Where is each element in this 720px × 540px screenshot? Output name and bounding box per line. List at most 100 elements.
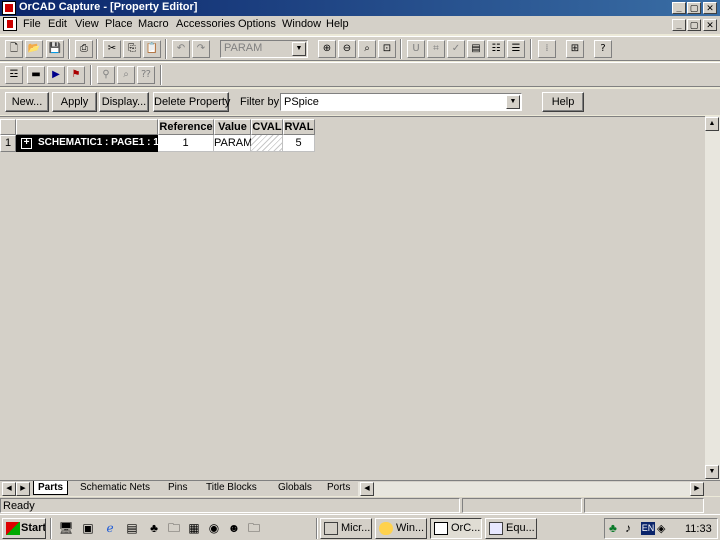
part-combo[interactable]: PARAM ▼: [220, 40, 308, 58]
tab-parts[interactable]: Parts: [33, 481, 69, 495]
save-icon[interactable]: 💾: [46, 40, 64, 58]
maximize-button[interactable]: ▢: [687, 2, 701, 14]
close-button[interactable]: ✕: [703, 2, 717, 14]
help-icon[interactable]: ?: [594, 40, 612, 58]
tray-icon[interactable]: ◈: [657, 522, 665, 535]
folder-icon[interactable]: 🗀: [166, 520, 182, 536]
taskbar-button-win[interactable]: Win...: [375, 518, 427, 539]
chevron-down-icon[interactable]: ▼: [292, 42, 306, 56]
cross-reference-icon[interactable]: ☷: [487, 40, 505, 58]
table-row[interactable]: + SCHEMATIC1 : PAGE1 : 1: [16, 135, 159, 152]
tab-globals[interactable]: Globals: [274, 481, 316, 495]
undo-icon[interactable]: ↶: [172, 40, 190, 58]
media-player-icon[interactable]: ◉: [206, 520, 222, 536]
drc-icon[interactable]: ⌗: [427, 40, 445, 58]
app-icon[interactable]: [2, 1, 16, 15]
apply-button[interactable]: Apply: [52, 92, 97, 112]
zoom-in-icon[interactable]: ⊕: [318, 40, 336, 58]
tab-scroll-left-icon[interactable]: ◀: [2, 482, 16, 496]
copy-icon[interactable]: ⎘: [123, 40, 141, 58]
filter-select[interactable]: PSpice ▼: [280, 93, 522, 111]
cell-cval[interactable]: [251, 135, 283, 152]
menu-view[interactable]: View: [75, 18, 99, 30]
column-header-value[interactable]: Value: [214, 119, 251, 135]
menu-place[interactable]: Place: [105, 18, 133, 30]
doc-close-button[interactable]: ✕: [703, 19, 717, 31]
folder-icon[interactable]: 🗀: [246, 520, 262, 536]
clock[interactable]: 11:33: [685, 523, 712, 535]
network-icon[interactable]: ♣: [609, 521, 617, 535]
menu-help[interactable]: Help: [326, 18, 349, 30]
tab-schematic-nets[interactable]: Schematic Nets: [76, 481, 154, 495]
quicklaunch-icon[interactable]: ♣: [146, 520, 162, 536]
zoom-out-icon[interactable]: ⊖: [338, 40, 356, 58]
quicklaunch-icon[interactable]: ▦: [186, 520, 202, 536]
menu-options[interactable]: Options: [238, 18, 276, 30]
menu-edit[interactable]: Edit: [48, 18, 67, 30]
grid-corner[interactable]: [0, 119, 16, 135]
quicklaunch-icon[interactable]: ☻: [226, 520, 242, 536]
new-file-icon[interactable]: 🗋: [5, 40, 23, 58]
snap-grid-icon[interactable]: ⁞: [538, 40, 556, 58]
hierarchy-icon[interactable]: ☲: [5, 66, 23, 84]
expand-icon[interactable]: +: [21, 138, 32, 149]
run-icon[interactable]: ▶: [47, 66, 65, 84]
show-desktop-icon[interactable]: 🖥: [58, 520, 74, 536]
tab-ports[interactable]: Ports: [323, 481, 354, 495]
scroll-down-icon[interactable]: ▼: [705, 465, 719, 479]
document-icon[interactable]: [3, 17, 17, 31]
help-button[interactable]: Help: [542, 92, 584, 112]
horizontal-scrollbar[interactable]: ◀ ▶: [358, 482, 704, 496]
title-bar[interactable]: OrCAD Capture - [Property Editor] _ ▢ ✕: [0, 0, 720, 16]
paste-icon[interactable]: 📋: [143, 40, 161, 58]
quicklaunch-icon[interactable]: ▣: [80, 520, 96, 536]
menu-macro[interactable]: Macro: [138, 18, 169, 30]
find-next-icon[interactable]: ⁇: [137, 66, 155, 84]
menu-window[interactable]: Window: [282, 18, 321, 30]
volume-icon[interactable]: ♪: [625, 521, 631, 535]
internet-explorer-icon[interactable]: ℯ: [102, 520, 118, 536]
doc-restore-button[interactable]: ▢: [687, 19, 701, 31]
annotate-icon[interactable]: U: [407, 40, 425, 58]
check-icon[interactable]: ✓: [447, 40, 465, 58]
chevron-down-icon[interactable]: ▼: [506, 95, 520, 109]
scroll-right-icon[interactable]: ▶: [690, 482, 704, 496]
netlist-icon[interactable]: ▤: [467, 40, 485, 58]
menu-accessories[interactable]: Accessories: [176, 18, 235, 30]
taskbar-button-micr[interactable]: Micr...: [320, 518, 372, 539]
project-manager-icon[interactable]: ⊞: [566, 40, 584, 58]
redo-icon[interactable]: ↷: [192, 40, 210, 58]
taskbar-button-orcad[interactable]: OrC...: [430, 518, 482, 539]
vertical-scrollbar[interactable]: ▲ ▼: [705, 116, 720, 480]
quicklaunch-icon[interactable]: ▤: [124, 520, 140, 536]
cell-value[interactable]: PARAM: [214, 135, 252, 152]
cut-icon[interactable]: ✂: [103, 40, 121, 58]
new-property-button[interactable]: New...: [5, 92, 49, 112]
print-icon[interactable]: ⎙: [75, 40, 93, 58]
find-icon[interactable]: ⌕: [117, 66, 135, 84]
cell-rval[interactable]: 5: [283, 135, 315, 152]
markers-icon[interactable]: ⚑: [67, 66, 85, 84]
open-folder-icon[interactable]: 📂: [25, 40, 43, 58]
column-header-rval[interactable]: RVAL: [283, 119, 315, 135]
delete-property-button[interactable]: Delete Property: [153, 92, 230, 112]
bill-of-materials-icon[interactable]: ☰: [507, 40, 525, 58]
row-index[interactable]: 1: [0, 135, 16, 152]
grid-canvas[interactable]: Reference Value CVAL RVAL 1 + SCHEMATIC1…: [0, 116, 705, 480]
window-icon[interactable]: ▬: [27, 66, 45, 84]
tab-pins[interactable]: Pins: [164, 481, 191, 495]
taskbar-button-equ[interactable]: Equ...: [485, 518, 537, 539]
scroll-left-icon[interactable]: ◀: [360, 482, 374, 496]
tab-title-blocks[interactable]: Title Blocks: [202, 481, 261, 495]
doc-minimize-button[interactable]: _: [672, 19, 686, 31]
scroll-up-icon[interactable]: ▲: [705, 117, 719, 131]
cell-reference[interactable]: 1: [158, 135, 214, 152]
column-header-cval[interactable]: CVAL: [251, 119, 283, 135]
menu-file[interactable]: File: [23, 18, 41, 30]
language-indicator[interactable]: EN: [641, 522, 655, 535]
zoom-area-icon[interactable]: ⌕: [358, 40, 376, 58]
minimize-button[interactable]: _: [672, 2, 686, 14]
column-header-reference[interactable]: Reference: [158, 119, 214, 135]
start-button[interactable]: Start: [2, 518, 46, 539]
tab-scroll-right-icon[interactable]: ▶: [16, 482, 30, 496]
